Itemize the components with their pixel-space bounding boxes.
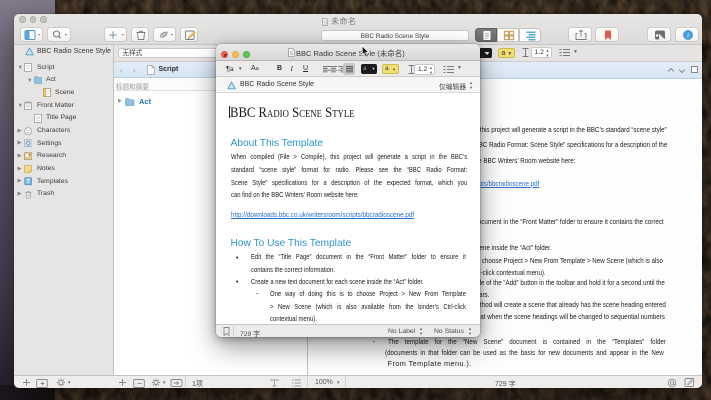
svg-text:S: S	[289, 51, 293, 57]
svg-text:i: i	[686, 30, 688, 39]
